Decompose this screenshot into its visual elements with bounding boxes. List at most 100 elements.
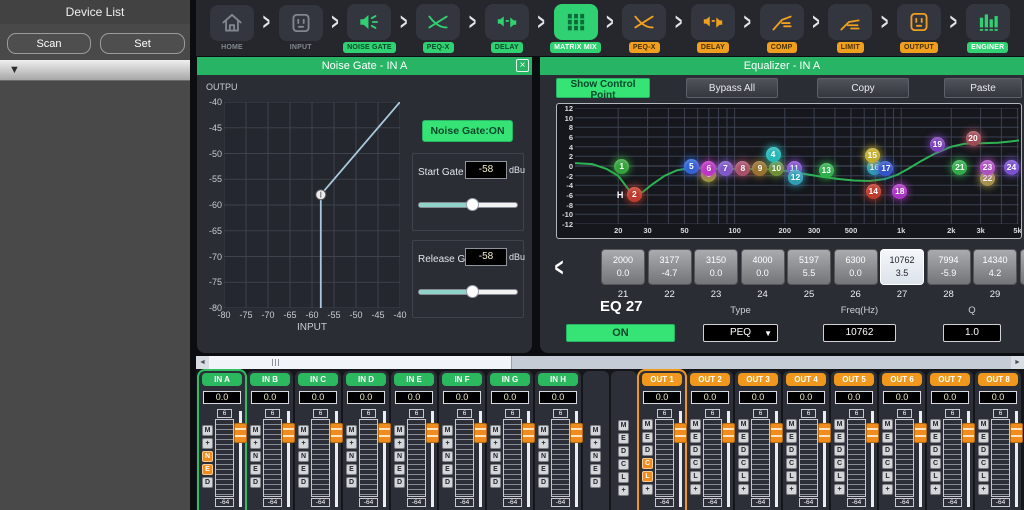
eq-point-18[interactable]: 18 — [892, 184, 907, 199]
eq-band-cell-26[interactable]: 63000.0 — [834, 249, 878, 285]
channel-gain-value[interactable]: 0.0 — [643, 391, 681, 404]
channel-button-+[interactable]: + — [690, 484, 701, 495]
channel-button-N[interactable]: N — [394, 451, 405, 462]
channel-button-E[interactable]: E — [834, 432, 845, 443]
channel-gain-value[interactable]: 0.0 — [835, 391, 873, 404]
channel-button-E[interactable]: E — [250, 464, 261, 475]
channel-gain-value[interactable]: 0.0 — [931, 391, 969, 404]
channel-button-E[interactable]: E — [690, 432, 701, 443]
channel-button-D[interactable]: D — [834, 445, 845, 456]
channel-button-N[interactable]: N — [250, 451, 261, 462]
channel-button-D[interactable]: D — [738, 445, 749, 456]
eq-band-cell-23[interactable]: 31500.0 — [694, 249, 738, 285]
eq-point-20[interactable]: 20 — [966, 131, 981, 146]
channel-button-L[interactable]: L — [978, 471, 989, 482]
type-dropdown[interactable]: PEQ ▼ — [703, 324, 778, 342]
eq-point-23[interactable]: 23 — [980, 160, 995, 175]
eq-point-2[interactable]: 2H — [627, 187, 642, 202]
channel-button-L[interactable]: L — [834, 471, 845, 482]
band-scroll-left-icon[interactable]: < — [548, 247, 570, 291]
fader-thumb[interactable] — [818, 423, 831, 443]
channel-button-D[interactable]: D — [930, 445, 941, 456]
channel-button-E[interactable]: E — [490, 464, 501, 475]
eq-point-19[interactable]: 19 — [930, 137, 945, 152]
channel-button-M[interactable]: M — [618, 420, 629, 431]
channel-button-E[interactable]: E — [538, 464, 549, 475]
channel-gain-value[interactable]: 0.0 — [691, 391, 729, 404]
fader-thumb[interactable] — [522, 423, 535, 443]
channel-button-E[interactable]: E — [882, 432, 893, 443]
channel-button-C[interactable]: C — [930, 458, 941, 469]
channel-button-D[interactable]: D — [642, 445, 653, 456]
channel-button-E[interactable]: E — [978, 432, 989, 443]
channel-button-N[interactable]: N — [202, 451, 213, 462]
channel-button-+[interactable]: + — [346, 438, 357, 449]
channel-button-M[interactable]: M — [738, 419, 749, 430]
channel-button-C[interactable]: C — [690, 458, 701, 469]
channel-button-M[interactable]: M — [298, 425, 309, 436]
channel-button-N[interactable]: N — [442, 451, 453, 462]
band-on-button[interactable]: ON — [566, 324, 675, 342]
eq-band-cell-24[interactable]: 40000.0 — [741, 249, 785, 285]
noise-gate-graph[interactable] — [224, 102, 400, 308]
eq-band-cell-21[interactable]: 20000.0 — [601, 249, 645, 285]
channel-button-+[interactable]: + — [490, 438, 501, 449]
channel-button-L[interactable]: L — [786, 471, 797, 482]
channel-button-+[interactable]: + — [978, 484, 989, 495]
release-gate-value[interactable]: -58 — [465, 248, 507, 266]
channel-button-M[interactable]: M — [978, 419, 989, 430]
toolbar-item-noise-gate[interactable]: NOISE GATE — [342, 4, 396, 53]
scrollbar-thumb[interactable] — [209, 356, 512, 369]
eq-point-4[interactable]: 4 — [766, 147, 781, 162]
channel-button-N[interactable]: N — [346, 451, 357, 462]
fader-thumb[interactable] — [1010, 423, 1023, 443]
fader-thumb[interactable] — [914, 423, 927, 443]
toolbar-item-delay[interactable]: DELAY — [480, 4, 534, 53]
toolbar-item-output[interactable]: OUTPUT — [892, 4, 946, 53]
eq-point-15[interactable]: 15 — [865, 148, 880, 163]
toolbar-item-input[interactable]: INPUT — [274, 5, 328, 52]
channel-button-N[interactable]: N — [298, 451, 309, 462]
channel-button-E[interactable]: E — [786, 432, 797, 443]
show-control-point-button[interactable]: Show Control Point — [556, 78, 650, 98]
fader-thumb[interactable] — [674, 423, 687, 443]
channel-button-N[interactable]: N — [590, 451, 601, 462]
channel-button-N[interactable]: N — [538, 451, 549, 462]
channel-button-+[interactable]: + — [298, 438, 309, 449]
channel-button-C[interactable]: C — [618, 459, 629, 470]
fader-thumb[interactable] — [474, 423, 487, 443]
fader-thumb[interactable] — [770, 423, 783, 443]
channel-button-E[interactable]: E — [394, 464, 405, 475]
eq-band-cell-25[interactable]: 51975.5 — [787, 249, 831, 285]
channel-button-L[interactable]: L — [618, 472, 629, 483]
freq-input[interactable]: 10762 — [823, 324, 896, 342]
eq-point-14[interactable]: 14 — [866, 184, 881, 199]
channel-button-M[interactable]: M — [690, 419, 701, 430]
channel-button-C[interactable]: C — [882, 458, 893, 469]
channel-button-L[interactable]: L — [882, 471, 893, 482]
channel-button-M[interactable]: M — [394, 425, 405, 436]
channel-button-E[interactable]: E — [738, 432, 749, 443]
eq-band-cell-22[interactable]: 3177-4.7 — [648, 249, 692, 285]
channel-gain-value[interactable]: 0.0 — [251, 391, 289, 404]
channel-gain-value[interactable]: 0.0 — [395, 391, 433, 404]
channel-button-+[interactable]: + — [930, 484, 941, 495]
channel-button-M[interactable]: M — [250, 425, 261, 436]
channel-gain-value[interactable]: 0.0 — [443, 391, 481, 404]
channel-button-D[interactable]: D — [298, 477, 309, 488]
channel-button-+[interactable]: + — [250, 438, 261, 449]
eq-point-7[interactable]: 7 — [718, 161, 733, 176]
channel-button-+[interactable]: + — [538, 438, 549, 449]
release-gate-slider[interactable] — [418, 285, 518, 299]
channel-button-+[interactable]: + — [786, 484, 797, 495]
channel-button-D[interactable]: D — [786, 445, 797, 456]
slider-thumb[interactable] — [466, 198, 479, 211]
channel-button-E[interactable]: E — [618, 433, 629, 444]
channel-button-C[interactable]: C — [642, 458, 653, 469]
fader-thumb[interactable] — [570, 423, 583, 443]
channel-button-+[interactable]: + — [882, 484, 893, 495]
channel-button-C[interactable]: C — [786, 458, 797, 469]
scan-button[interactable]: Scan — [7, 33, 91, 54]
toolbar-item-peq-x[interactable]: PEQ-X — [617, 4, 671, 53]
start-gate-value[interactable]: -58 — [465, 161, 507, 179]
